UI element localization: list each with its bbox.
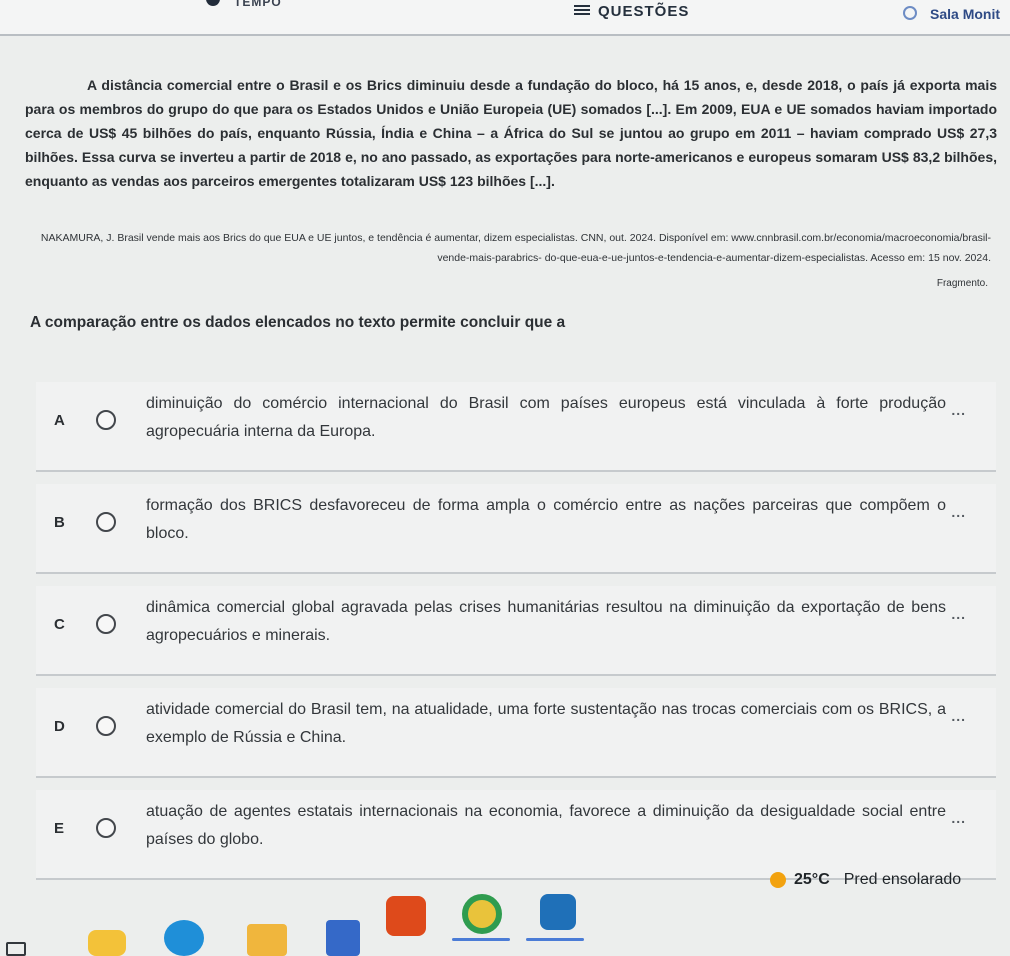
more-options-button[interactable]: ... (951, 810, 966, 826)
question-prompt: A comparação entre os dados elencados no… (30, 314, 566, 331)
option-radio[interactable] (96, 512, 116, 532)
widgets-icon[interactable] (88, 930, 126, 956)
active-app-indicator (452, 938, 510, 941)
answer-options: A diminuição do comércio internacional d… (36, 382, 996, 892)
active-app-indicator (526, 938, 584, 941)
option-radio[interactable] (96, 716, 116, 736)
option-a[interactable]: A diminuição do comércio internacional d… (36, 382, 996, 472)
source-reference: NAKAMURA, J. Brasil vende mais aos Brics… (40, 232, 991, 264)
option-c[interactable]: C dinâmica comercial global agravada pel… (36, 586, 996, 676)
option-text: formação dos BRICS desfavoreceu de forma… (146, 497, 946, 542)
chrome-icon[interactable] (462, 894, 502, 934)
option-radio[interactable] (96, 818, 116, 838)
option-text: atividade comercial do Brasil tem, na at… (146, 701, 946, 746)
passage-text: A distância comercial entre o Brasil e o… (25, 77, 997, 189)
option-radio[interactable] (96, 614, 116, 634)
monitor-room-button[interactable]: Sala Monit (930, 6, 1000, 22)
app-icon[interactable] (540, 894, 576, 930)
monitor-room-icon[interactable] (903, 6, 917, 20)
more-options-button[interactable]: ... (951, 708, 966, 724)
more-options-button[interactable]: ... (951, 402, 966, 418)
option-text: dinâmica comercial global agravada pelas… (146, 599, 946, 644)
option-letter: C (54, 616, 65, 633)
questions-grid-icon[interactable] (574, 5, 590, 19)
option-text: atuação de agentes estatais internaciona… (146, 803, 946, 848)
option-radio[interactable] (96, 410, 116, 430)
option-text: diminuição do comércio internacional do … (146, 395, 946, 440)
questions-button[interactable]: QUESTÕES (598, 3, 689, 20)
edge-browser-icon[interactable] (164, 920, 204, 956)
taskbar (0, 880, 1010, 956)
option-e[interactable]: E atuação de agentes estatais internacio… (36, 790, 996, 880)
option-letter: B (54, 514, 65, 531)
option-letter: D (54, 718, 65, 735)
task-view-icon[interactable] (6, 942, 26, 956)
timer-icon (206, 0, 220, 6)
fragment-label: Fragmento. (936, 278, 988, 289)
file-explorer-icon[interactable] (247, 924, 287, 956)
top-bar: TEMPO QUESTÕES Sala Monit (0, 0, 1010, 36)
office-icon[interactable] (386, 896, 426, 936)
option-b[interactable]: B formação dos BRICS desfavoreceu de for… (36, 484, 996, 574)
option-letter: A (54, 412, 65, 429)
more-options-button[interactable]: ... (951, 504, 966, 520)
option-d[interactable]: D atividade comercial do Brasil tem, na … (36, 688, 996, 778)
more-options-button[interactable]: ... (951, 606, 966, 622)
option-letter: E (54, 820, 65, 837)
microsoft-store-icon[interactable] (326, 920, 360, 956)
timer-label: TEMPO (234, 0, 282, 9)
